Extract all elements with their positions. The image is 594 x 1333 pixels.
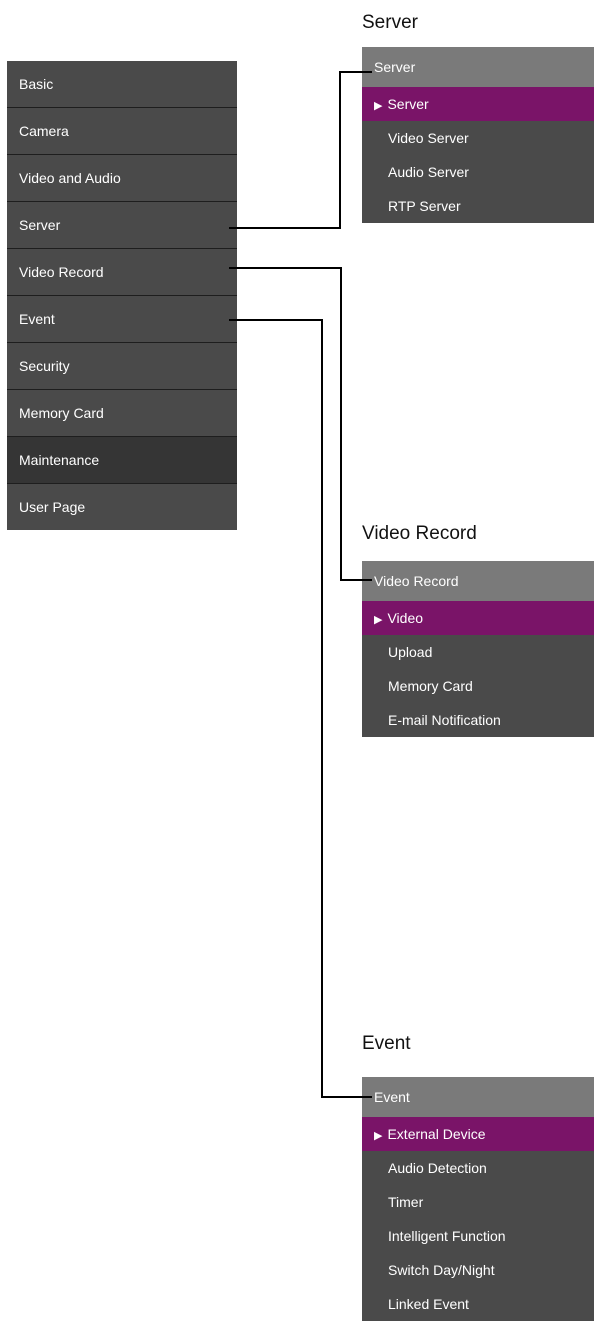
video-record-connector-line — [229, 267, 372, 581]
connector-lines — [229, 71, 372, 1098]
server-connector-line — [229, 71, 372, 229]
event-connector-line — [229, 319, 372, 1098]
